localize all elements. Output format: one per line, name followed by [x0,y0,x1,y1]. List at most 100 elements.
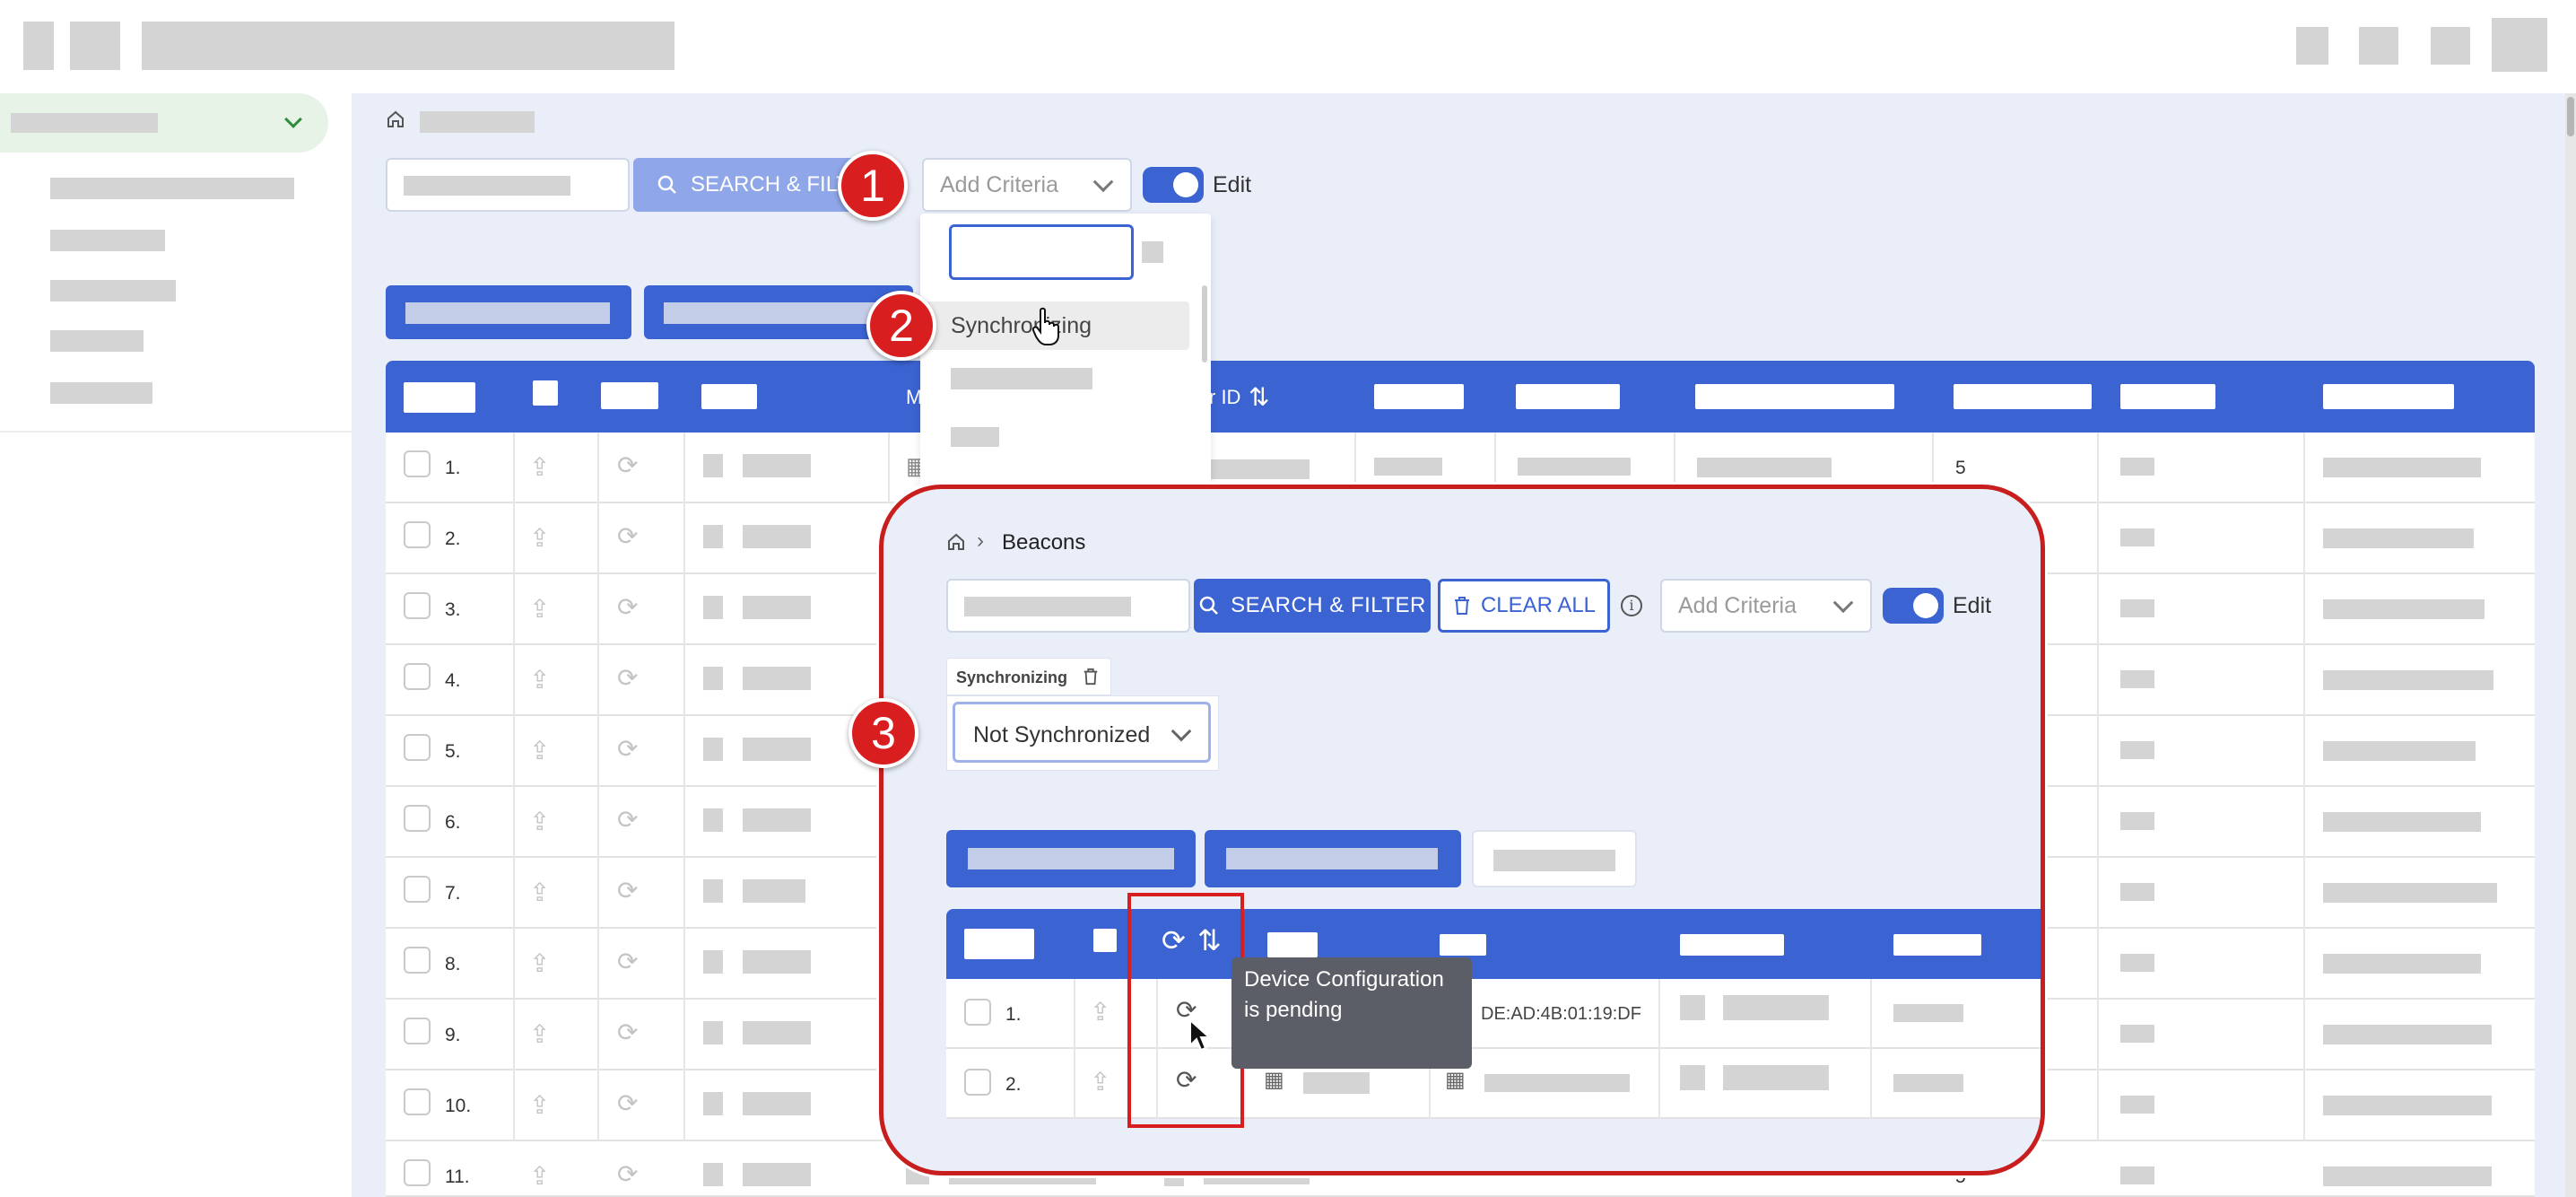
clear-all-button[interactable]: CLEAR ALL [1438,579,1610,633]
header-id-label[interactable]: r ID [1209,386,1240,409]
sort-icon[interactable]: ⇅ [1249,382,1269,412]
info-icon[interactable]: i [1621,595,1642,616]
sync-icon[interactable]: ⟳ [617,1088,638,1118]
home-icon[interactable] [946,532,966,552]
sync-icon[interactable]: ⟳ [617,947,638,976]
mac-address: DE:AD:4B:01:19:DF [1481,1004,1641,1024]
synchronizing-select[interactable]: Not Synchronized [953,702,1211,763]
edit-toggle[interactable] [1143,167,1204,203]
row-checkbox[interactable] [404,805,431,832]
criteria-search-input[interactable] [949,224,1163,280]
row-checkbox[interactable] [404,663,431,690]
table-row[interactable]: 1. ⇪ ⟳ DE:AD:4B:01:19:DF [946,979,2041,1049]
sync-icon[interactable]: ⟳ [617,521,638,551]
upload-icon[interactable]: ⇪ [529,594,550,624]
chevron-down-icon [1832,592,1854,614]
qr-icon: ▦ [1264,1068,1284,1092]
sync-icon[interactable]: ⟳ [617,876,638,905]
sidebar-item[interactable] [50,280,176,301]
row-checkbox[interactable] [964,999,991,1026]
qr-icon: ▦ [1445,1068,1466,1092]
search-input[interactable] [946,579,1190,633]
upload-icon[interactable]: ⇪ [529,665,550,695]
add-criteria-select[interactable]: Add Criteria [922,158,1132,212]
table-header: M r ID ⇅ [386,361,2535,432]
criteria-dropdown: Synchronizing [920,214,1211,492]
breadcrumb-separator-icon: › [977,529,984,553]
dropdown-scrollbar[interactable] [1202,285,1207,363]
search-icon [1199,596,1218,615]
callout-badge-2: 2 [866,291,936,361]
upload-icon[interactable]: ⇪ [529,948,550,978]
synchronizing-select-value: Not Synchronized [973,722,1151,747]
upload-icon[interactable]: ⇪ [529,736,550,765]
upload-icon[interactable]: ⇪ [529,878,550,907]
help-icon[interactable] [2359,27,2398,65]
sidebar-item[interactable] [50,178,294,199]
add-criteria-placeholder: Add Criteria [940,171,1058,197]
arrow-cursor-icon [1189,1018,1212,1052]
upload-icon[interactable]: ⇪ [529,1161,550,1191]
sidebar-item[interactable] [50,230,165,251]
search-filter-label: SEARCH & FILTER [1231,593,1426,617]
row-checkbox[interactable] [404,1159,431,1186]
menu-icon[interactable] [23,22,54,70]
row-checkbox[interactable] [404,1088,431,1115]
action-button-2[interactable] [1205,830,1461,887]
sync-icon[interactable]: ⟳ [617,734,638,764]
filter-chip: Synchronizing [946,658,1111,695]
app-title-placeholder [142,22,674,70]
action-button-1[interactable] [386,285,631,339]
chevron-down-icon [284,110,302,128]
sync-icon[interactable]: ⟳ [617,1159,638,1189]
table-row[interactable]: 2. ⇪ ⟳ ▦ ▦ [946,1049,2041,1119]
upload-icon[interactable]: ⇪ [1090,1067,1110,1097]
sidebar-item[interactable] [50,330,144,352]
row-checkbox[interactable] [404,521,431,548]
tooltip: Device Configuration is pending [1231,957,1472,1069]
scrollbar[interactable] [2565,93,2576,1197]
upload-icon[interactable]: ⇪ [1090,997,1110,1027]
search-filter-button[interactable]: SEARCH & FILTER [1194,579,1431,633]
breadcrumb-current[interactable]: Beacons [1002,530,1085,555]
sidebar-divider [0,431,352,432]
add-criteria-select[interactable]: Add Criteria [1660,579,1872,633]
sidebar-item[interactable] [50,382,152,404]
upload-icon[interactable]: ⇪ [529,452,550,482]
row-checkbox[interactable] [404,947,431,974]
row-checkbox[interactable] [404,1018,431,1044]
settings-icon[interactable] [2431,27,2470,65]
search-input[interactable] [386,158,630,212]
edit-toggle[interactable] [1883,588,1944,624]
clear-all-label: CLEAR ALL [1480,593,1597,617]
callout-badge-1: 1 [838,151,908,221]
trash-icon[interactable] [1082,667,1100,686]
dropdown-option[interactable] [951,368,1092,389]
row-checkbox[interactable] [964,1069,991,1096]
sync-icon[interactable]: ⟳ [617,450,638,480]
sync-icon[interactable]: ⟳ [617,1018,638,1047]
upload-icon[interactable]: ⇪ [529,807,550,836]
dropdown-option[interactable] [951,427,999,447]
upload-icon[interactable]: ⇪ [529,523,550,553]
sync-icon[interactable]: ⟳ [617,805,638,834]
avatar[interactable] [2492,18,2547,72]
action-button-1[interactable] [946,830,1196,887]
row-checkbox[interactable] [404,734,431,761]
home-icon[interactable] [386,109,405,129]
breadcrumb-placeholder [420,111,535,133]
row-checkbox[interactable] [404,876,431,903]
sync-icon[interactable]: ⟳ [617,663,638,693]
upload-icon[interactable]: ⇪ [529,1019,550,1049]
zoom-inset: › Beacons SEARCH & FILTER CLEAR ALL i Ad… [879,485,2045,1175]
notification-icon[interactable] [2296,27,2328,65]
edit-label: Edit [1953,593,1992,618]
row-checkbox[interactable] [404,450,431,477]
upload-icon[interactable]: ⇪ [529,1090,550,1120]
search-filter-button[interactable]: SEARCH & FILTE [633,158,866,212]
callout-badge-3: 3 [849,698,918,768]
sync-icon[interactable]: ⟳ [617,592,638,622]
row-checkbox[interactable] [404,592,431,619]
sidebar-group-active[interactable] [0,93,328,153]
action-button-3[interactable] [1472,830,1637,887]
